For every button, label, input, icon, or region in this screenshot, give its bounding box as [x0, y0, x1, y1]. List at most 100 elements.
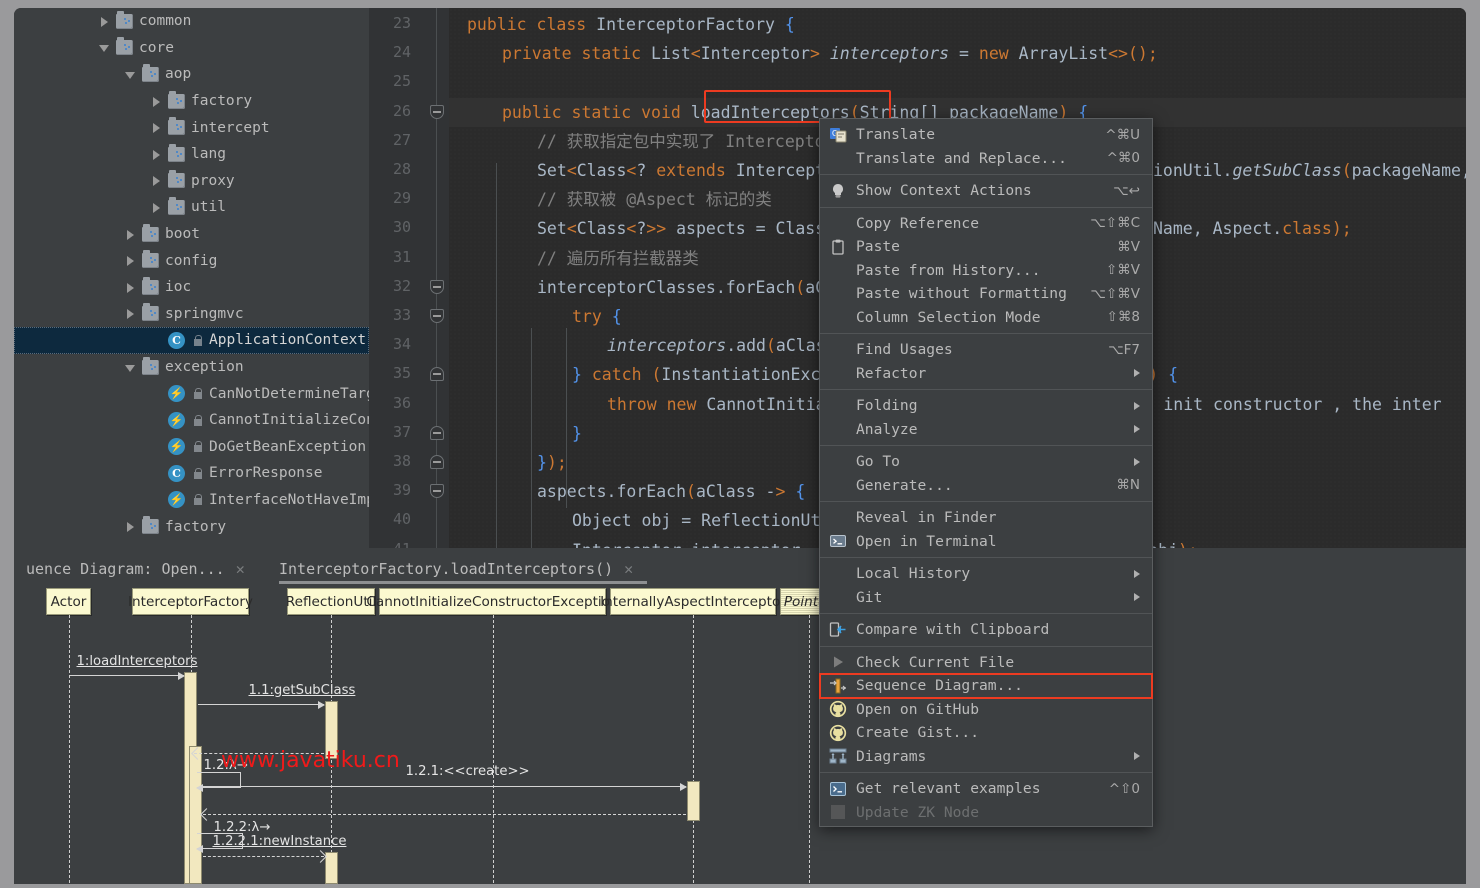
chevron-right-icon[interactable]	[150, 201, 163, 214]
line-number: 26	[392, 101, 411, 120]
tree-item-lang[interactable]: lang	[14, 141, 369, 168]
close-tab-icon[interactable]: ✕	[624, 560, 633, 578]
code-fold-toggle[interactable]	[430, 279, 444, 294]
chevron-right-icon[interactable]	[124, 254, 137, 267]
editor-gutter[interactable]: 23 24 25 26 27 28 29 30 31 32 33 34 35 36 37 38 39 40 41	[369, 8, 449, 548]
chevron-right-icon[interactable]	[124, 307, 137, 320]
chevron-down-icon[interactable]	[98, 41, 111, 54]
project-tree-panel[interactable]: common core aop factory intercept lang proxy ut…	[14, 8, 369, 548]
tree-item-cannotinitializecons[interactable]: ⚡ CannotInitializeCons	[14, 407, 369, 434]
menu-item-local-history[interactable]: Local History	[820, 562, 1152, 586]
sequence-tab-1[interactable]: InterceptorFactory.loadInterceptors() ✕	[279, 554, 633, 584]
menu-item-translate-and-replace[interactable]: Translate and Replace... ^⌘0	[820, 147, 1152, 171]
tree-item-exception[interactable]: exception	[14, 354, 369, 381]
menu-item-translate[interactable]: G Translate ^⌘U	[820, 123, 1152, 147]
tree-item-cannotdeterminetarge[interactable]: ⚡ CanNotDetermineTarge	[14, 380, 369, 407]
tree-item-util[interactable]: util	[14, 194, 369, 221]
active-tab-underline	[279, 581, 647, 584]
message-label-3[interactable]: 1.2.1:<<create>>	[406, 764, 530, 779]
tree-item-core[interactable]: core	[14, 35, 369, 62]
menu-item-sequence-diagram[interactable]: Sequence Diagram...	[819, 673, 1153, 699]
menu-item-column-selection-mode[interactable]: Column Selection Mode ⇧⌘8	[820, 306, 1152, 330]
tree-item-aop[interactable]: aop	[14, 61, 369, 88]
menu-item-refactor[interactable]: Refactor	[820, 362, 1152, 386]
sequence-tab-0[interactable]: uence Diagram: Open... ✕	[26, 554, 245, 584]
code-line-31[interactable]: // 遍历所有拦截器类	[449, 244, 699, 273]
code-line-37[interactable]: }	[449, 419, 582, 448]
menu-item-analyze[interactable]: Analyze	[820, 418, 1152, 442]
code-line-23[interactable]: public class InterceptorFactory {	[449, 10, 795, 39]
menu-item-folding[interactable]: Folding	[820, 394, 1152, 418]
menu-item-show-context-actions[interactable]: Show Context Actions ⌥↩	[820, 179, 1152, 203]
menu-item-git[interactable]: Git	[820, 586, 1152, 610]
menu-item-reveal-in-finder[interactable]: Reveal in Finder	[820, 506, 1152, 530]
tree-item-intercept[interactable]: intercept	[14, 114, 369, 141]
menu-item-paste-from-history[interactable]: Paste from History... ⇧⌘V	[820, 259, 1152, 283]
menu-item-paste-without-formatting[interactable]: Paste without Formatting ⌥⇧⌘V	[820, 282, 1152, 306]
menu-item-diagrams[interactable]: Diagrams	[820, 745, 1152, 769]
menu-item-find-usages[interactable]: Find Usages ⌥F7	[820, 338, 1152, 362]
code-line-38[interactable]: });	[449, 448, 567, 477]
chevron-right-icon[interactable]	[150, 95, 163, 108]
tree-item-proxy[interactable]: proxy	[14, 168, 369, 195]
sequence-diagram-panel[interactable]: uence Diagram: Open... ✕ InterceptorFactor…	[14, 548, 1466, 884]
chevron-right-icon[interactable]	[150, 174, 163, 187]
close-tab-icon[interactable]: ✕	[236, 560, 245, 578]
code-fold-toggle[interactable]	[430, 309, 444, 323]
tree-item-applicationcontext[interactable]: C ApplicationContext	[14, 327, 369, 354]
lifeline-box-actor[interactable]: Actor	[46, 588, 91, 615]
menu-item-open-in-terminal[interactable]: Open in Terminal	[820, 530, 1152, 554]
tree-item-config[interactable]: config	[14, 247, 369, 274]
menu-item-copy-reference[interactable]: Copy Reference ⌥⇧⌘C	[820, 212, 1152, 236]
tree-item-dogetbeanexception[interactable]: ⚡ DoGetBeanException	[14, 434, 369, 461]
code-fold-toggle[interactable]	[430, 425, 444, 440]
menu-item-compare-with-clipboard[interactable]: Compare with Clipboard	[820, 618, 1152, 642]
code-line-27[interactable]: // 获取指定包中实现了 Interceptor 的类	[449, 127, 877, 156]
code-fold-toggle[interactable]	[430, 104, 444, 119]
tree-item-errorresponse[interactable]: C ErrorResponse	[14, 460, 369, 487]
menu-item-open-on-github[interactable]: Open on GitHub	[820, 698, 1152, 722]
code-fold-toggle[interactable]	[430, 455, 444, 469]
menu-item-go-to[interactable]: Go To	[820, 450, 1152, 474]
lifeline-label: CannotInitializeConstructorException	[366, 593, 619, 610]
tree-item-factory[interactable]: factory	[14, 513, 369, 540]
menu-item-generate[interactable]: Generate... ⌘N	[820, 474, 1152, 498]
editor-context-menu[interactable]: G Translate ^⌘U Translate and Replace... ^⌘0…	[819, 118, 1153, 827]
chevron-right-icon[interactable]	[124, 281, 137, 294]
lifeline-box-cannotinitializeconstructorexception[interactable]: CannotInitializeConstructorException	[366, 588, 619, 615]
menu-item-shortcut: ⇧⌘8	[1106, 309, 1140, 326]
folder-icon	[142, 63, 159, 82]
tree-item-ioc[interactable]: ioc	[14, 274, 369, 301]
sequence-diagram-canvas[interactable]: Actor InterceptorFactory ReflectionUtil Can…	[26, 586, 1466, 884]
tree-item-common[interactable]: common	[14, 8, 369, 35]
lifeline-box-interceptorfactory[interactable]: InterceptorFactory	[128, 588, 253, 615]
chevron-down-icon[interactable]	[124, 361, 137, 374]
menu-item-create-gist[interactable]: Create Gist...	[820, 721, 1152, 745]
lifeline-box-internallyaspectinterceptor[interactable]: InternallyAspectInterceptor	[600, 588, 786, 615]
code-line-33[interactable]: try {	[449, 302, 622, 331]
tree-item-factory[interactable]: factory	[14, 88, 369, 115]
tree-item-interfacenothaveimpl[interactable]: ⚡ InterfaceNotHaveImpl	[14, 487, 369, 514]
lifeline-box-reflectionutil[interactable]: ReflectionUtil	[286, 588, 376, 615]
chevron-down-icon[interactable]	[124, 68, 137, 81]
tree-item-boot[interactable]: boot	[14, 221, 369, 248]
chevron-right-icon[interactable]	[124, 228, 137, 241]
message-label-1[interactable]: 1.1:getSubClass	[249, 683, 356, 698]
chevron-right-icon[interactable]	[98, 15, 111, 28]
chevron-right-icon[interactable]	[150, 148, 163, 161]
menu-item-get-relevant-examples[interactable]: Get relevant examples ^⇧0	[820, 777, 1152, 801]
menu-item-paste[interactable]: Paste ⌘V	[820, 235, 1152, 259]
code-line-24[interactable]: private static List<Interceptor> interce…	[449, 39, 1158, 68]
code-line-25[interactable]	[449, 68, 467, 97]
chevron-right-icon[interactable]	[124, 520, 137, 533]
menu-item-check-current-file[interactable]: Check Current File	[820, 651, 1152, 675]
chevron-right-icon[interactable]	[150, 121, 163, 134]
code-line-29[interactable]: // 获取被 @Aspect 标记的类	[449, 185, 772, 214]
code-line-39[interactable]: aspects.forEach(aClass -> {	[449, 477, 805, 506]
code-fold-toggle[interactable]	[430, 484, 444, 499]
sequence-diagram-tabbar[interactable]: uence Diagram: Open... ✕ InterceptorFactor…	[14, 548, 1466, 586]
code-fold-toggle[interactable]	[430, 367, 444, 382]
message-label-0[interactable]: 1:loadInterceptors	[77, 654, 198, 669]
tree-item-springmvc[interactable]: springmvc	[14, 301, 369, 328]
